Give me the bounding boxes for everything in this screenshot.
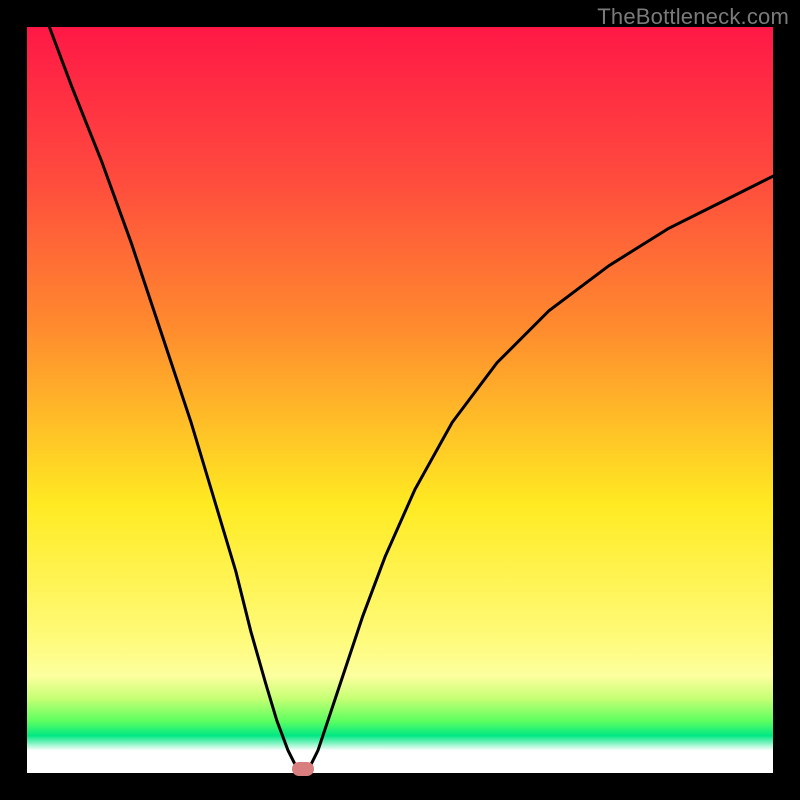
optimal-point-marker: [292, 762, 314, 776]
bottleneck-curve: [0, 0, 800, 800]
watermark-text: TheBottleneck.com: [597, 4, 789, 30]
chart-frame: TheBottleneck.com: [0, 0, 800, 800]
